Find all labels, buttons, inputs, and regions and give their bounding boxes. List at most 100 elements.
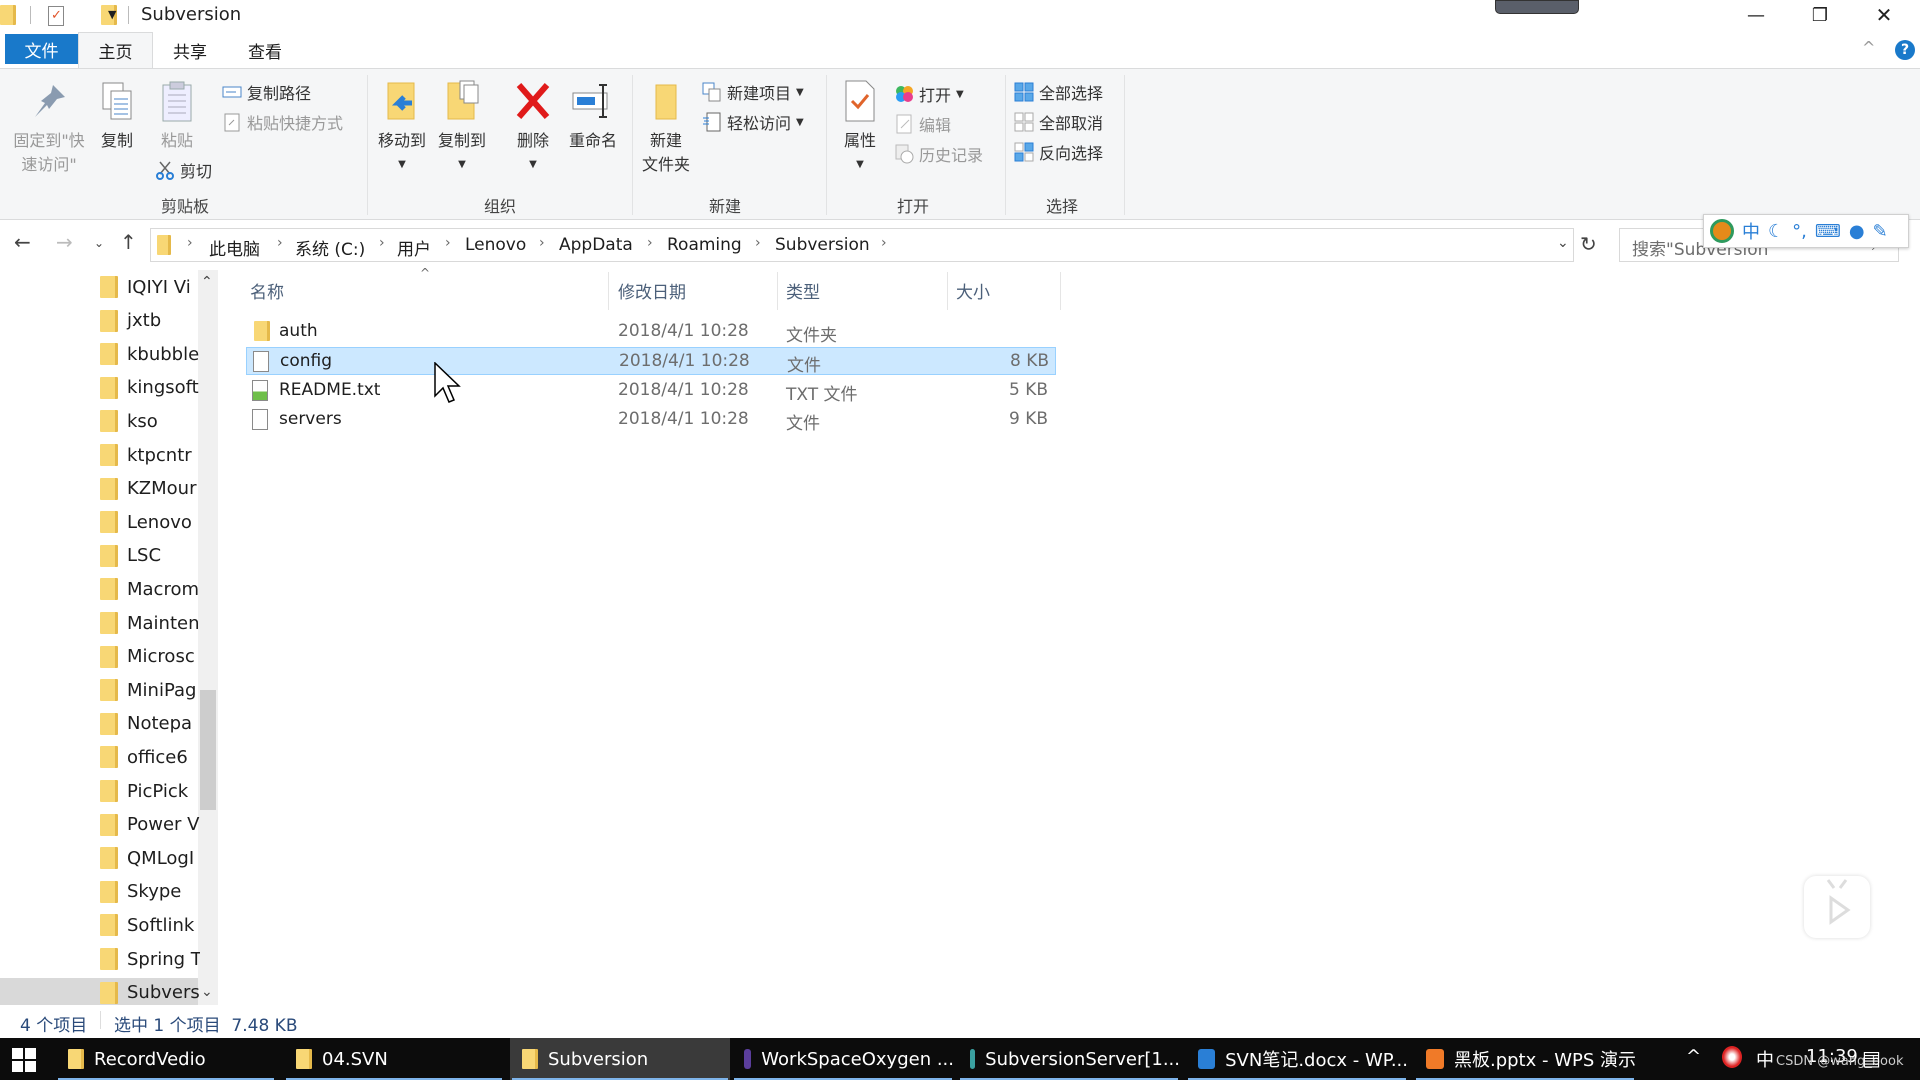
cut-button[interactable]: 剪切: [155, 157, 212, 183]
column-header-name[interactable]: 名称: [250, 278, 284, 303]
start-button[interactable]: [12, 1048, 36, 1076]
wrench-icon[interactable]: ✎: [1873, 221, 1888, 242]
rename-button[interactable]: 重命名: [562, 79, 624, 153]
taskbar-item[interactable]: RecordVedio: [56, 1038, 276, 1080]
file-row[interactable]: config 2018/4/1 10:28 文件 8 KB: [246, 347, 1056, 376]
refresh-icon[interactable]: ↻: [1580, 232, 1597, 256]
select-none-button[interactable]: 全部取消: [1014, 109, 1103, 135]
breadcrumb-this-pc[interactable]: 此电脑: [209, 235, 260, 260]
delete-button[interactable]: 删除 ▼: [508, 79, 558, 177]
edit-button[interactable]: 编辑: [894, 111, 951, 137]
breadcrumb-subversion[interactable]: Subversion: [775, 235, 870, 255]
breadcrumb-separator[interactable]: ›: [539, 235, 545, 251]
tray-app-icon[interactable]: [1722, 1046, 1742, 1068]
pin-quick-access-button[interactable]: 固定到"快 速访问": [8, 79, 90, 177]
breadcrumb-separator[interactable]: ›: [187, 235, 193, 251]
file-row[interactable]: README.txt 2018/4/1 10:28 TXT 文件 5 KB: [246, 377, 1056, 405]
breadcrumb-separator[interactable]: ›: [379, 235, 385, 251]
nav-item[interactable]: Skype: [100, 875, 200, 909]
column-separator[interactable]: [1060, 272, 1061, 310]
nav-item[interactable]: kso: [100, 404, 200, 438]
moon-icon[interactable]: ☾: [1768, 221, 1784, 242]
nav-item[interactable]: Lenovo: [100, 505, 200, 539]
show-hidden-icons[interactable]: ^: [1686, 1046, 1701, 1067]
back-button[interactable]: ←: [14, 230, 31, 254]
breadcrumb-system-c[interactable]: 系统 (C:): [295, 235, 365, 260]
nav-item[interactable]: Macrom: [100, 572, 200, 606]
breadcrumb-lenovo[interactable]: Lenovo: [465, 235, 526, 255]
tab-home[interactable]: 主页: [78, 32, 153, 68]
breadcrumb-users[interactable]: 用户: [397, 235, 431, 260]
nav-item[interactable]: Spring T: [100, 942, 200, 976]
taskbar-item[interactable]: 黑板.pptx - WPS 演示: [1414, 1038, 1636, 1080]
taskbar-item[interactable]: WorkSpaceOxygen ...: [732, 1038, 954, 1080]
forward-button[interactable]: →: [56, 230, 73, 254]
nav-item[interactable]: Softlink: [100, 908, 200, 942]
taskbar-item[interactable]: Subversion: [510, 1038, 730, 1080]
column-header-type[interactable]: 类型: [786, 278, 820, 303]
address-history-dropdown[interactable]: ⌄: [1557, 235, 1569, 251]
column-separator[interactable]: [777, 272, 778, 310]
address-bar[interactable]: › 此电脑 › 系统 (C:) › 用户 › Lenovo › AppData …: [150, 228, 1574, 262]
nav-item[interactable]: Notepa: [100, 707, 200, 741]
open-button[interactable]: 打开 ▼: [894, 81, 964, 107]
history-button[interactable]: 历史记录: [894, 141, 983, 167]
column-separator[interactable]: [608, 272, 609, 310]
collapse-ribbon-icon[interactable]: ^: [1862, 38, 1875, 57]
select-all-button[interactable]: 全部选择: [1014, 79, 1103, 105]
breadcrumb-separator[interactable]: ›: [755, 235, 761, 251]
nav-item[interactable]: Microsc: [100, 640, 200, 674]
nav-item[interactable]: kbubble: [100, 337, 200, 371]
taskbar-item[interactable]: 04.SVN: [284, 1038, 504, 1080]
close-button[interactable]: ✕: [1854, 0, 1914, 30]
file-row[interactable]: auth 2018/4/1 10:28 文件夹: [246, 318, 1056, 346]
tab-view[interactable]: 查看: [235, 32, 295, 68]
scroll-up-icon[interactable]: ⌃: [201, 274, 213, 290]
nav-item[interactable]: jxtb: [100, 304, 200, 338]
move-to-button[interactable]: 移动到 ▼: [374, 79, 430, 177]
keyboard-icon[interactable]: ⌨: [1815, 221, 1841, 242]
nav-item[interactable]: Mainten: [100, 606, 200, 640]
taskbar-item[interactable]: SubversionServer[1...: [958, 1038, 1180, 1080]
breadcrumb-roaming[interactable]: Roaming: [667, 235, 742, 255]
nav-item[interactable]: KZMour: [100, 472, 200, 506]
nav-item[interactable]: LSC: [100, 539, 200, 573]
file-row[interactable]: servers 2018/4/1 10:28 文件 9 KB: [246, 406, 1056, 434]
tab-file[interactable]: 文件: [5, 34, 78, 64]
action-center-icon[interactable]: ▤: [1862, 1046, 1881, 1070]
paste-shortcut-button[interactable]: 粘贴快捷方式: [222, 109, 343, 135]
breadcrumb-separator[interactable]: ›: [277, 235, 283, 251]
minimize-button[interactable]: —: [1726, 0, 1786, 30]
ime-chinese-mode[interactable]: 中: [1742, 218, 1760, 244]
properties-button[interactable]: 属性 ▼: [832, 79, 888, 177]
nav-item[interactable]: QMLogI: [100, 841, 200, 875]
breadcrumb-appdata[interactable]: AppData: [559, 235, 633, 255]
properties-quick-icon[interactable]: ✓: [48, 6, 64, 26]
up-button[interactable]: ↑: [120, 230, 137, 254]
tray-ime-indicator[interactable]: 中: [1756, 1046, 1774, 1072]
copy-path-button[interactable]: 复制路径: [222, 79, 311, 105]
restore-button[interactable]: ❐: [1790, 0, 1850, 30]
video-player-overlay-icon[interactable]: [1804, 876, 1870, 938]
nav-scrollbar[interactable]: [198, 270, 218, 1005]
punctuation-icon[interactable]: °,: [1792, 221, 1807, 242]
copy-button[interactable]: 复制: [92, 79, 142, 153]
customize-quick-access-icon[interactable]: ▼: [108, 8, 116, 21]
breadcrumb-separator[interactable]: ›: [881, 235, 887, 251]
nav-item[interactable]: MiniPag: [100, 673, 200, 707]
nav-item[interactable]: kingsoft: [100, 371, 200, 405]
ime-toolbar[interactable]: 中 ☾ °, ⌨ ● ✎: [1703, 214, 1909, 248]
nav-item[interactable]: IQIYI Vi: [100, 270, 200, 304]
nav-item[interactable]: Power V: [100, 808, 200, 842]
taskbar-item[interactable]: SVN笔记.docx - WP...: [1186, 1038, 1408, 1080]
nav-scrollbar-thumb[interactable]: [200, 690, 216, 810]
user-icon[interactable]: ●: [1849, 221, 1865, 242]
copy-to-button[interactable]: 复制到 ▼: [434, 79, 490, 177]
column-separator[interactable]: [947, 272, 948, 310]
new-folder-button[interactable]: 新建 文件夹: [638, 79, 694, 177]
breadcrumb-separator[interactable]: ›: [445, 235, 451, 251]
new-item-button[interactable]: 新建项目 ▼: [702, 79, 804, 105]
invert-selection-button[interactable]: 反向选择: [1014, 139, 1103, 165]
column-header-date[interactable]: 修改日期: [618, 278, 686, 303]
easy-access-button[interactable]: 轻松访问 ▼: [702, 109, 804, 135]
